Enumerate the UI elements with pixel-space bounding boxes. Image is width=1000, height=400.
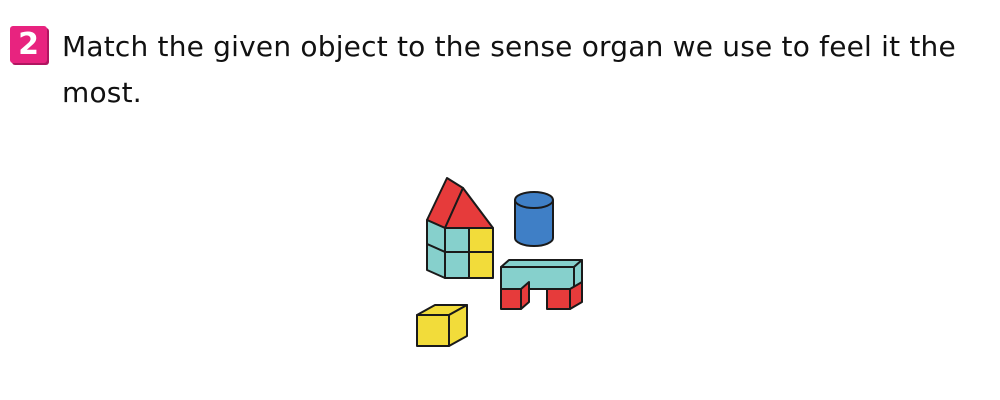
yellow-cube-block <box>416 304 468 347</box>
building-blocks-svg <box>416 177 583 347</box>
bridge-blocks <box>500 259 583 310</box>
building-blocks-illustration <box>405 170 595 355</box>
house-cube-blocks <box>426 219 494 279</box>
cylinder-block <box>514 191 554 247</box>
question-text: Match the given object to the sense orga… <box>62 30 956 109</box>
roof-prism-block <box>426 177 494 229</box>
question-number-badge: 2 <box>10 26 47 63</box>
